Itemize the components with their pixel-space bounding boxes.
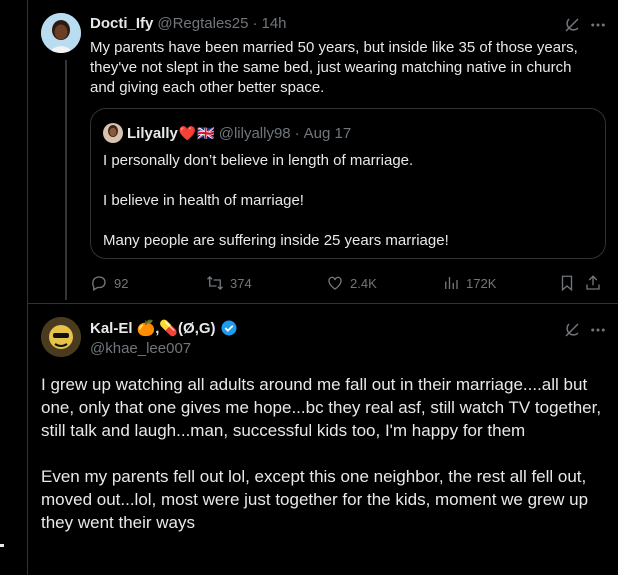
quoted-header: Lilyally ❤️ 🇬🇧 @lilyally98 · Aug 17 bbox=[103, 123, 351, 143]
quoted-line-1: I personally don’t believe in length of … bbox=[103, 152, 414, 169]
author-name[interactable]: Docti_Ify bbox=[90, 15, 153, 32]
quoted-line-2: I believe in health of marriage! bbox=[103, 192, 304, 209]
reply-icon bbox=[92, 276, 106, 291]
repost-button[interactable]: 374 bbox=[206, 274, 252, 292]
like-icon bbox=[328, 276, 342, 290]
more-icon[interactable] bbox=[588, 15, 608, 35]
bookmark-icon bbox=[561, 275, 573, 292]
repost-icon bbox=[207, 276, 223, 290]
grok-icon[interactable] bbox=[562, 320, 582, 340]
tweet1-text: My parents have been married 50 years, b… bbox=[90, 39, 578, 96]
quoted-line-3: Many people are suffering inside 25 year… bbox=[103, 232, 449, 249]
quoted-tweet-card[interactable]: Lilyally ❤️ 🇬🇧 @lilyally98 · Aug 17 I pe… bbox=[90, 108, 606, 259]
edge-mark bbox=[0, 544, 4, 547]
thread-connector-line bbox=[65, 60, 67, 300]
tweet1-header: Docti_Ify @Regtales25 · 14h bbox=[90, 15, 287, 32]
more-icon[interactable] bbox=[588, 320, 608, 340]
share-button[interactable] bbox=[584, 274, 608, 292]
tweet1-action-bar: 92 374 2.4K 172K bbox=[90, 274, 606, 296]
heart-emoji: ❤️ bbox=[178, 124, 197, 141]
grok-icon[interactable] bbox=[562, 15, 582, 35]
views-icon bbox=[445, 277, 458, 289]
like-count: 2.4K bbox=[350, 275, 377, 291]
tweet2-text: I grew up watching all adults around me … bbox=[41, 373, 616, 534]
tweet2-paragraph-2: Even my parents fell out lol, except thi… bbox=[41, 467, 589, 532]
tweet2-header-name-row: Kal-El 🍊,💊(Ø,G) bbox=[90, 319, 238, 337]
reply-button[interactable]: 92 bbox=[90, 274, 128, 292]
views-button[interactable]: 172K bbox=[442, 274, 496, 292]
column-divider bbox=[27, 0, 28, 575]
quoted-avatar[interactable] bbox=[103, 123, 123, 143]
author-handle[interactable]: @khae_lee007 bbox=[90, 340, 191, 357]
tweet2-paragraph-1: I grew up watching all adults around me … bbox=[41, 375, 602, 440]
reply-count: 92 bbox=[114, 275, 129, 291]
uk-flag-emoji: 🇬🇧 bbox=[197, 124, 215, 141]
time-separator: · bbox=[294, 124, 300, 142]
verified-badge-icon[interactable] bbox=[220, 319, 238, 337]
tweet-separator bbox=[28, 303, 618, 304]
tweet2-handle-row: @khae_lee007 bbox=[90, 340, 191, 357]
tweet-time[interactable]: 14h bbox=[261, 15, 286, 32]
views-count: 172K bbox=[466, 275, 497, 291]
author-name[interactable]: Kal-El bbox=[90, 320, 133, 337]
share-icon bbox=[586, 275, 600, 290]
author-handle[interactable]: @Regtales25 bbox=[157, 15, 248, 32]
like-button[interactable]: 2.4K bbox=[326, 274, 377, 292]
avatar-docti-ify[interactable] bbox=[41, 13, 81, 53]
quoted-handle: @lilyally98 bbox=[218, 124, 291, 142]
author-name-emojis: 🍊,💊(Ø,G) bbox=[136, 320, 216, 337]
bookmark-button[interactable] bbox=[558, 274, 582, 292]
quoted-author-name[interactable]: Lilyally bbox=[127, 125, 178, 142]
time-separator: · bbox=[252, 15, 258, 32]
quoted-date: Aug 17 bbox=[303, 124, 352, 142]
avatar-kal-el[interactable] bbox=[41, 317, 81, 357]
repost-count: 374 bbox=[230, 275, 252, 291]
